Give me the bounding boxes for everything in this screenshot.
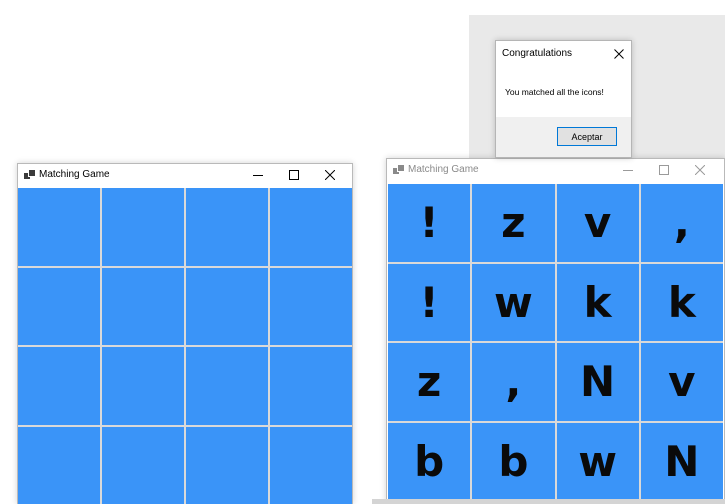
minimize-icon: [253, 175, 263, 176]
card-cell[interactable]: [270, 188, 352, 266]
window-title: Matching Game: [408, 164, 479, 175]
card-cell[interactable]: v: [640, 343, 723, 421]
minimize-button[interactable]: [240, 164, 276, 186]
minimize-icon: [623, 170, 633, 171]
card-cell[interactable]: [186, 267, 268, 345]
app-icon: [393, 164, 405, 175]
card-cell[interactable]: v: [556, 184, 639, 262]
card-cell[interactable]: k: [640, 263, 723, 341]
card-cell[interactable]: [18, 347, 100, 425]
right-card-grid: ! z v,! w k k z, Nv b b w N: [388, 184, 723, 500]
card-cell[interactable]: w: [556, 422, 639, 500]
dialog-message: You matched all the icons!: [505, 87, 604, 97]
close-button[interactable]: [682, 159, 718, 181]
card-cell[interactable]: z: [472, 184, 555, 262]
card-cell[interactable]: [186, 188, 268, 266]
card-cell[interactable]: !: [388, 263, 471, 341]
dialog-title: Congratulations: [502, 48, 573, 59]
maximize-icon: [659, 165, 669, 175]
window-title: Matching Game: [39, 169, 110, 180]
card-cell[interactable]: ,: [472, 343, 555, 421]
dialog-footer: Aceptar: [496, 117, 631, 157]
close-icon: [614, 49, 624, 59]
left-game-window: Matching Game: [17, 163, 353, 504]
card-cell[interactable]: k: [556, 263, 639, 341]
card-cell[interactable]: b: [388, 422, 471, 500]
card-cell[interactable]: !: [388, 184, 471, 262]
card-cell[interactable]: [270, 347, 352, 425]
left-card-grid: [18, 188, 352, 504]
card-cell[interactable]: [270, 267, 352, 345]
close-icon: [325, 170, 335, 180]
card-cell[interactable]: [102, 347, 184, 425]
maximize-button[interactable]: [646, 159, 682, 181]
card-cell[interactable]: [186, 426, 268, 504]
close-button[interactable]: [312, 164, 348, 186]
left-title-bar[interactable]: Matching Game: [18, 164, 352, 186]
app-icon: [24, 169, 36, 180]
card-cell[interactable]: z: [388, 343, 471, 421]
card-cell[interactable]: [102, 267, 184, 345]
card-cell[interactable]: N: [556, 343, 639, 421]
card-cell[interactable]: [18, 267, 100, 345]
card-cell[interactable]: [18, 188, 100, 266]
right-title-bar[interactable]: Matching Game: [387, 159, 724, 181]
card-cell[interactable]: [102, 188, 184, 266]
card-cell[interactable]: w: [472, 263, 555, 341]
close-icon: [695, 165, 705, 175]
card-cell[interactable]: [270, 426, 352, 504]
maximize-button[interactable]: [276, 164, 312, 186]
taskbar-strip: [372, 499, 725, 504]
card-cell[interactable]: b: [472, 422, 555, 500]
card-cell[interactable]: [102, 426, 184, 504]
congratulations-dialog: Congratulations You matched all the icon…: [495, 40, 632, 158]
accept-button[interactable]: Aceptar: [557, 127, 617, 146]
maximize-icon: [289, 170, 299, 180]
card-cell[interactable]: [18, 426, 100, 504]
card-cell[interactable]: N: [640, 422, 723, 500]
minimize-button[interactable]: [610, 159, 646, 181]
dialog-close-button[interactable]: [613, 47, 625, 59]
card-cell[interactable]: ,: [640, 184, 723, 262]
card-cell[interactable]: [186, 347, 268, 425]
right-game-window: Matching Game ! z v,! w k k z, Nv b b w N: [386, 158, 725, 504]
